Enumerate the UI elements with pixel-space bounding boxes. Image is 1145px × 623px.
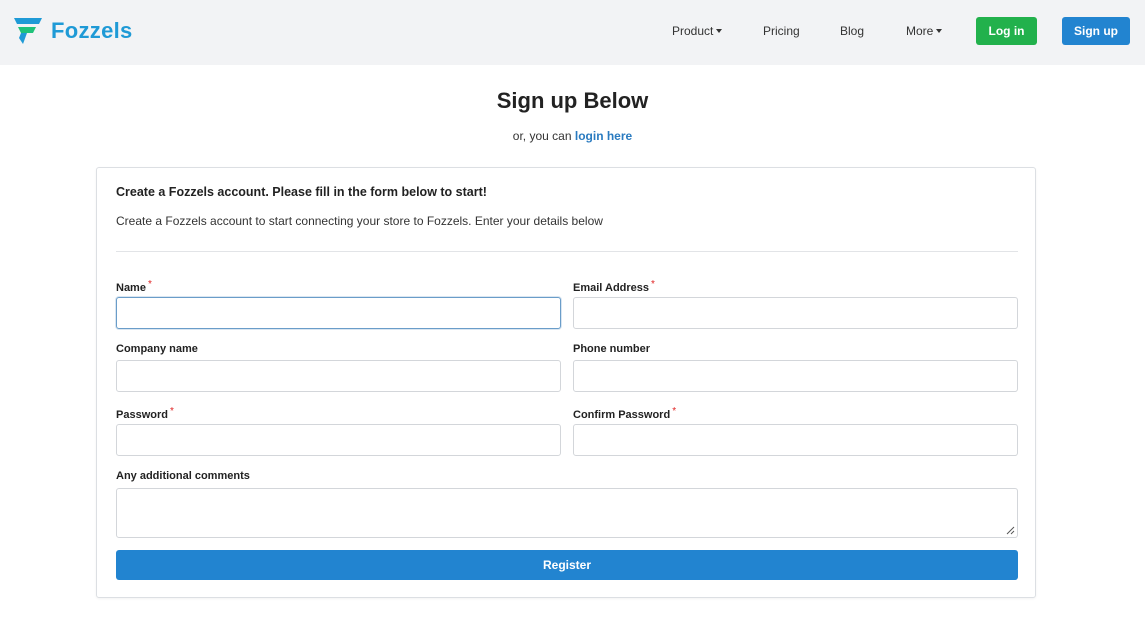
login-prompt: or, you can login here [512, 129, 633, 143]
nav-pricing[interactable]: Pricing [763, 24, 800, 38]
top-navbar: Fozzels Product Pricing Blog More Log in… [0, 0, 1145, 65]
chevron-down-icon [716, 29, 723, 33]
required-marker: * [169, 406, 174, 417]
required-marker: * [672, 406, 677, 417]
phone-label: Phone number [573, 343, 651, 355]
resize-handle-icon[interactable] [1006, 526, 1015, 535]
fozzels-logo-icon [14, 18, 42, 44]
form-heading: Create a Fozzels account. Please fill in… [116, 185, 487, 199]
register-button[interactable]: Register [116, 550, 1018, 580]
email-label: Email Address * [573, 279, 655, 294]
password-label: Password * [116, 406, 174, 421]
form-divider [116, 251, 1018, 252]
required-marker: * [147, 279, 152, 290]
nav-product[interactable]: Product [672, 24, 723, 38]
signup-form-card: Create a Fozzels account. Please fill in… [96, 167, 1036, 598]
nav-more[interactable]: More [906, 24, 943, 38]
name-label: Name * [116, 279, 152, 294]
brand-logo[interactable]: Fozzels [14, 17, 133, 45]
login-here-link[interactable]: login here [575, 129, 632, 143]
phone-input[interactable] [573, 360, 1018, 392]
signup-button[interactable]: Sign up [1062, 17, 1130, 45]
form-description: Create a Fozzels account to start connec… [116, 214, 603, 228]
chevron-down-icon [936, 29, 943, 33]
comments-label: Any additional comments [116, 470, 250, 482]
required-marker: * [651, 279, 655, 290]
login-button[interactable]: Log in [976, 17, 1037, 45]
confirm-password-label: Confirm Password * [573, 406, 677, 421]
email-input[interactable] [573, 297, 1018, 329]
comments-textarea[interactable] [116, 488, 1018, 538]
confirm-password-input[interactable] [573, 424, 1018, 456]
company-input[interactable] [116, 360, 561, 392]
page-title: Sign up Below [496, 88, 649, 113]
brand-name: Fozzels [51, 18, 133, 43]
company-label: Company name [116, 343, 198, 355]
password-input[interactable] [116, 424, 561, 456]
name-input[interactable] [116, 297, 561, 329]
nav-blog[interactable]: Blog [840, 24, 864, 38]
